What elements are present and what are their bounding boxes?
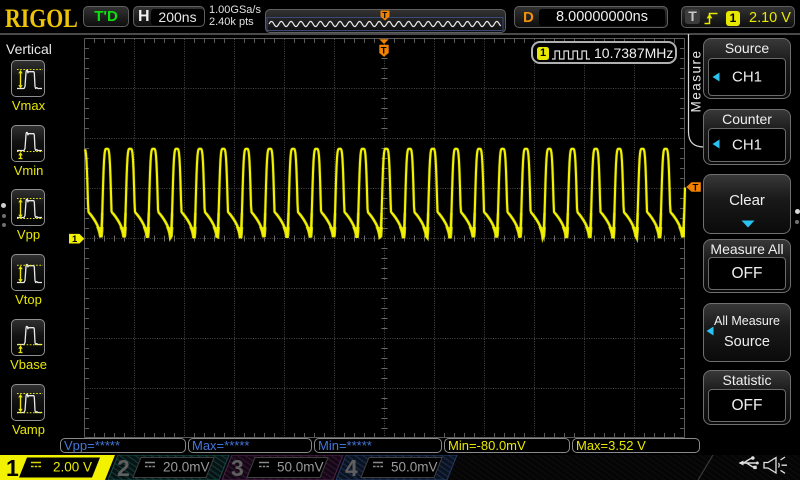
svg-text:4: 4: [345, 455, 358, 480]
svg-text:3: 3: [231, 455, 244, 480]
svg-text:1: 1: [72, 234, 78, 245]
svg-text:50.0mV: 50.0mV: [277, 460, 324, 475]
svg-text:2.00 V: 2.00 V: [53, 460, 92, 475]
svg-text:T: T: [381, 46, 387, 57]
svg-text:2: 2: [117, 455, 130, 480]
svg-text:50.0mV: 50.0mV: [391, 460, 438, 475]
svg-text:T: T: [693, 183, 699, 194]
svg-text:20.0mV: 20.0mV: [163, 460, 210, 475]
svg-text:1: 1: [6, 455, 19, 480]
svg-text:T: T: [382, 11, 387, 20]
